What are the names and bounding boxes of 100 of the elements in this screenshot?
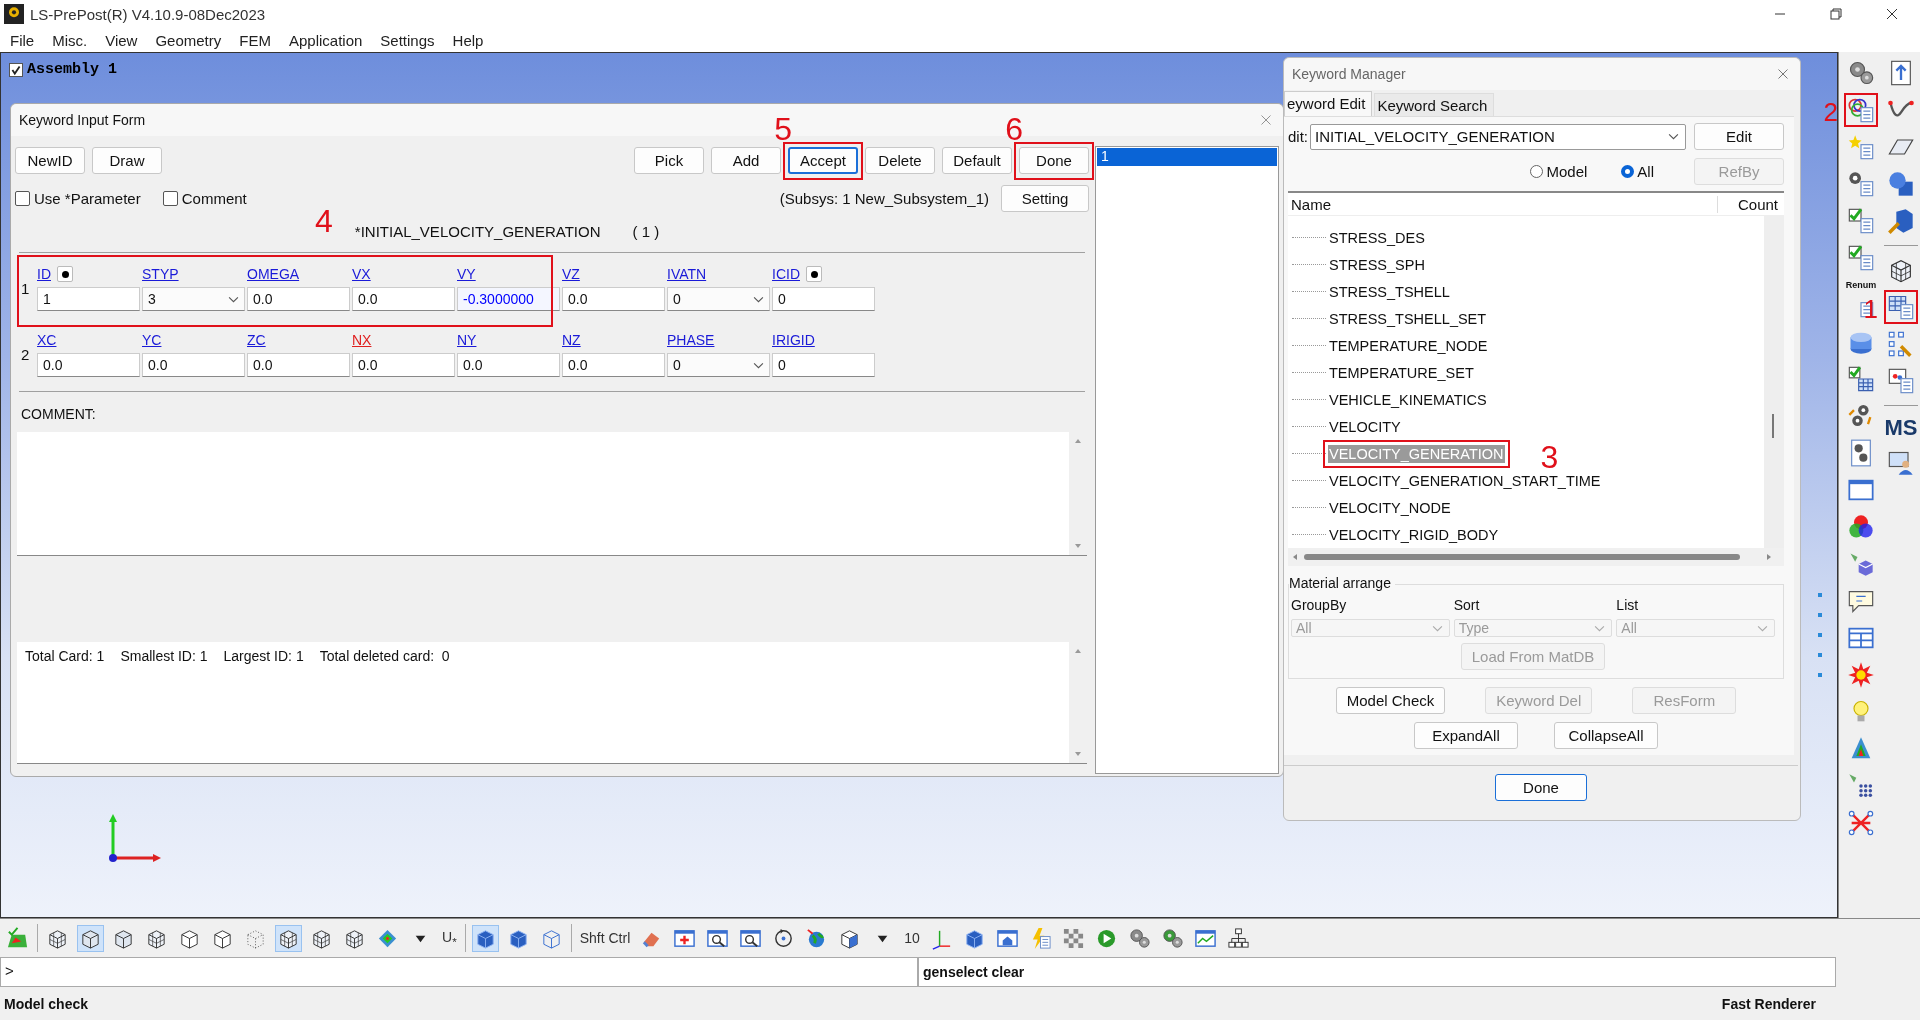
menu-item[interactable]: Misc. (50, 31, 104, 49)
input-field[interactable]: 0.0 (562, 353, 665, 377)
field-label-link[interactable]: PHASE (667, 332, 715, 348)
input-field[interactable]: 0 (772, 353, 875, 377)
toolbar-label[interactable]: Renum (1845, 280, 1877, 290)
tree-checkbox[interactable] (9, 62, 23, 77)
input-field[interactable]: 0.0 (37, 353, 140, 377)
manager-button[interactable]: Model Check (1335, 687, 1446, 714)
tree-item[interactable]: VELOCITY_RIGID_BODY (1328, 525, 1500, 544)
field-label-link[interactable]: ICID (772, 266, 800, 282)
menu-item[interactable]: Settings (378, 31, 451, 49)
field-label-link[interactable]: NX (352, 332, 372, 348)
summary-text: Smallest ID: 1 (120, 648, 208, 664)
scrollbar[interactable] (1288, 548, 1784, 566)
cube-wrench-icon[interactable] (1886, 206, 1916, 236)
tree-item[interactable]: Assembly 1 (27, 61, 117, 78)
form-button[interactable]: NewID (15, 147, 85, 174)
check-grid-icon[interactable] (1846, 364, 1876, 394)
cube-icon[interactable] (77, 924, 104, 952)
tree-item[interactable]: STRESS_SPH (1328, 255, 1426, 274)
field-label-link[interactable]: VY (457, 266, 476, 282)
menu-item[interactable]: View (103, 31, 154, 49)
field-label-link[interactable]: OMEGA (247, 266, 300, 282)
tree-item[interactable]: VELOCITY_NODE (1328, 498, 1452, 517)
form-button[interactable]: Add (711, 147, 781, 174)
check-list-icon[interactable] (1846, 243, 1876, 273)
field-label-link[interactable]: VZ (562, 266, 580, 282)
cube-icon[interactable] (471, 924, 499, 952)
radio-button[interactable] (1530, 165, 1544, 178)
form-button[interactable]: Pick (634, 147, 704, 174)
tree-item[interactable]: STRESS_TSHELL_SET (1328, 309, 1488, 328)
form-button[interactable]: Done (1019, 147, 1089, 174)
tab[interactable]: Keyword Search (1374, 93, 1495, 116)
input-field[interactable]: 0.0 (247, 353, 350, 377)
menu-item[interactable]: Application (286, 31, 379, 49)
input-field[interactable]: 1 (37, 287, 140, 311)
select-field[interactable]: 0 (667, 287, 770, 311)
setting-button[interactable]: Setting (1001, 184, 1089, 212)
field-label-link[interactable]: STYP (142, 266, 179, 282)
pick-button[interactable] (57, 266, 73, 282)
select-field[interactable]: 0 (667, 353, 770, 377)
toolbar-label[interactable]: U$_{*}$ (440, 928, 459, 948)
form-button[interactable]: Accept (788, 147, 858, 174)
form-button[interactable]: Draw (92, 147, 162, 174)
field-label-link[interactable]: IRIGID (772, 332, 815, 348)
input-field[interactable]: 0.0 (352, 353, 455, 377)
manager-button[interactable]: CollapseAll (1554, 722, 1658, 749)
input-field[interactable]: 0.0 (352, 287, 455, 311)
tree-item[interactable]: STRESS_TSHELL (1328, 282, 1451, 301)
input-field[interactable]: 0 (772, 287, 875, 311)
mesh-cube-icon[interactable] (275, 924, 302, 952)
menu-item[interactable]: Help (450, 31, 500, 49)
field-label-link[interactable]: NZ (562, 332, 581, 348)
x-nodes-icon[interactable] (1846, 808, 1876, 838)
field-label-link[interactable]: NY (457, 332, 477, 348)
tab[interactable]: eyword Edit (1284, 91, 1373, 116)
edit-button[interactable]: Edit (1694, 123, 1784, 150)
tree-item[interactable]: VEHICLE_KINEMATICS (1328, 390, 1488, 409)
field-label-link[interactable]: ZC (247, 332, 266, 348)
form-button[interactable]: Default (942, 147, 1012, 174)
field-label-link[interactable]: YC (142, 332, 162, 348)
field-label-link[interactable]: VX (352, 266, 371, 282)
pick-button[interactable] (806, 266, 822, 282)
toolbar-label[interactable]: MS (1884, 415, 1918, 441)
field-label-link[interactable]: XC (37, 332, 57, 348)
toolbar-label[interactable]: Shft Ctrl (577, 930, 633, 946)
menu-item[interactable]: File (8, 31, 51, 49)
keyword-combo-box[interactable]: INITIAL_VELOCITY_GENERATION (1310, 123, 1686, 150)
toolbar-label[interactable]: 10 (902, 930, 922, 946)
tree-item[interactable]: VELOCITY (1328, 417, 1402, 436)
radio-button[interactable] (1621, 165, 1635, 178)
input-field[interactable]: -0.3000000 (457, 287, 560, 311)
list-item[interactable]: 1 (1097, 148, 1277, 166)
input-field[interactable]: 0.0 (457, 353, 560, 377)
checkbox[interactable] (15, 190, 30, 206)
input-field[interactable]: 0.0 (142, 353, 245, 377)
input-field[interactable]: 0.0 (247, 287, 350, 311)
column-header[interactable]: Name (1288, 195, 1718, 213)
command-input[interactable]: > (0, 957, 918, 987)
select-field[interactable]: 3 (142, 287, 245, 311)
image-list-icon[interactable] (1886, 366, 1916, 396)
gear-list-icon[interactable] (1846, 169, 1876, 199)
field-label-link[interactable]: IVATN (667, 266, 707, 282)
tree-item[interactable]: STRESS_DES (1328, 228, 1426, 247)
form-button[interactable]: Delete (865, 147, 935, 174)
sphere-cube-icon[interactable] (1886, 169, 1916, 199)
input-field[interactable]: 0.0 (562, 287, 665, 311)
manager-button[interactable]: ExpandAll (1414, 722, 1518, 749)
tree-item[interactable]: VELOCITY_GENERATION_START_TIME (1328, 471, 1602, 490)
tree-item[interactable]: TEMPERATURE_SET (1328, 363, 1475, 382)
menu-item[interactable]: FEM (237, 31, 287, 49)
column-header[interactable]: Count (1718, 195, 1784, 213)
field-label-link[interactable]: ID (37, 266, 51, 282)
check-list-icon[interactable] (1846, 206, 1876, 236)
tree-item[interactable]: TEMPERATURE_NODE (1328, 336, 1489, 355)
checkbox[interactable] (162, 190, 178, 206)
menu-item[interactable]: Geometry (153, 31, 238, 49)
done-button[interactable]: Done (1495, 774, 1587, 801)
keyword-title: *INITIAL_VELOCITY_GENERATION (354, 223, 601, 240)
scrollbar[interactable] (1764, 216, 1784, 548)
